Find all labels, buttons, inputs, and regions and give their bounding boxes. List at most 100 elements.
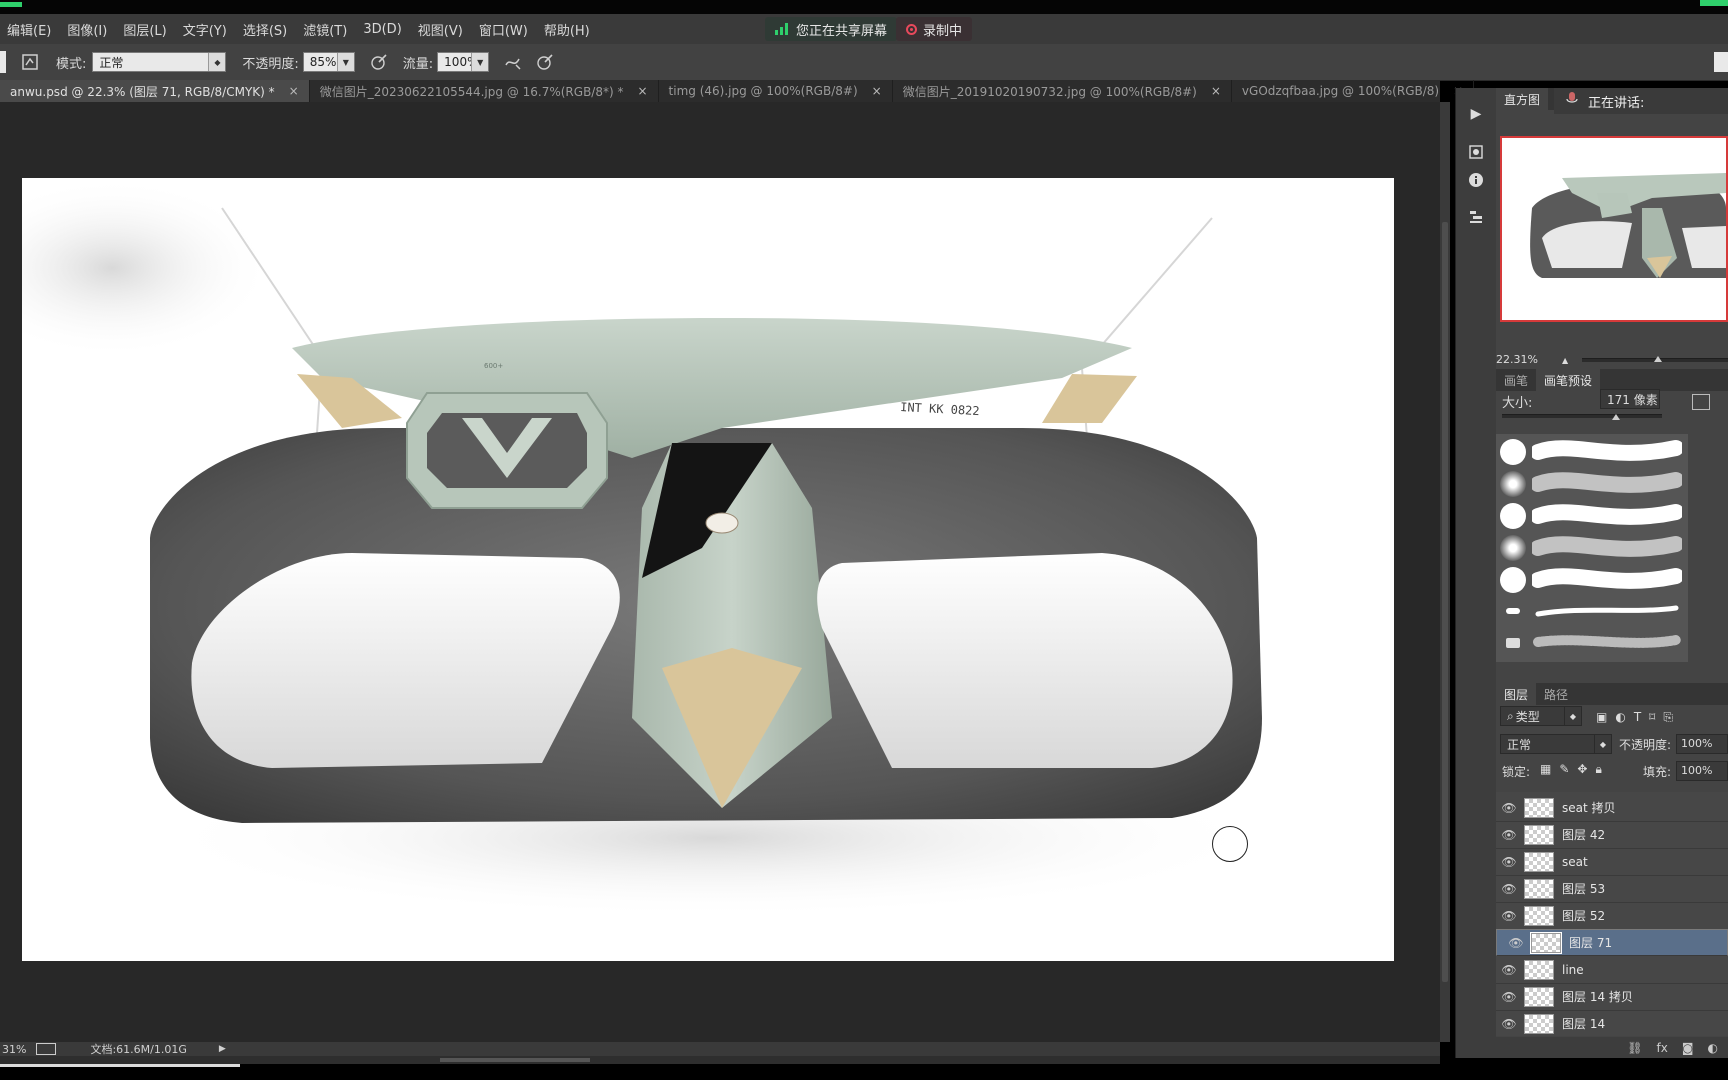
tab-histogram[interactable]: 直方图: [1496, 88, 1549, 110]
flow-field[interactable]: 100% ▼: [437, 52, 490, 72]
recording-indicator[interactable]: 录制中: [896, 17, 973, 41]
lock-all-icon[interactable]: 🔒︎: [1595, 762, 1601, 777]
play-icon[interactable]: ▶: [1464, 102, 1488, 126]
pressure-size-icon[interactable]: [535, 52, 555, 72]
brush-size-field[interactable]: 171 像素: [1600, 389, 1660, 409]
brush-preset[interactable]: [1496, 596, 1728, 626]
menu-window[interactable]: 窗口(W): [472, 20, 537, 39]
mode-select[interactable]: 正常 ◆: [92, 52, 227, 72]
tab-timg[interactable]: timg (46).jpg @ 100%(RGB/8#) ×: [659, 80, 893, 102]
brush-size-knob[interactable]: [1612, 414, 1620, 420]
workspace-button[interactable]: [1714, 52, 1728, 72]
lock-transparency-icon[interactable]: ▦: [1540, 762, 1551, 777]
close-icon[interactable]: ×: [289, 84, 299, 98]
zoom-readout[interactable]: 31%: [2, 1043, 26, 1056]
scroll-thumb[interactable]: [440, 1058, 590, 1062]
adjustments-icon[interactable]: [1464, 140, 1488, 164]
close-icon[interactable]: ×: [872, 84, 882, 98]
document-canvas[interactable]: INT KK 0822 600+: [22, 178, 1394, 961]
fill-field[interactable]: 100%: [1676, 761, 1728, 781]
menu-view[interactable]: 视图(V): [411, 20, 472, 39]
brush-preset[interactable]: [1496, 564, 1728, 594]
lock-pixels-icon[interactable]: ✎: [1559, 762, 1569, 777]
eye-icon[interactable]: 👁︎: [1503, 936, 1529, 950]
menu-3d[interactable]: 3D(D): [356, 22, 410, 37]
eye-icon[interactable]: 👁︎: [1496, 855, 1522, 869]
info-icon[interactable]: [1464, 168, 1488, 192]
layer-comps-icon[interactable]: [1464, 204, 1488, 228]
cup: [705, 512, 739, 534]
layer-item-selected[interactable]: 👁︎ 图层 71: [1496, 929, 1728, 956]
layer-item[interactable]: 👁︎ seat: [1496, 848, 1728, 876]
type-filter-icon[interactable]: T: [1634, 710, 1641, 724]
adjustment-filter-icon[interactable]: ◐: [1615, 710, 1625, 724]
eye-icon[interactable]: 👁︎: [1496, 990, 1522, 1004]
scroll-thumb[interactable]: [1442, 222, 1448, 982]
brush-size-slider[interactable]: [1502, 414, 1662, 418]
layer-filter-box[interactable]: ⌕ 类型 ◆: [1500, 706, 1582, 726]
vertical-scrollbar[interactable]: [1440, 102, 1450, 1042]
eye-icon[interactable]: 👁︎: [1496, 828, 1522, 842]
blend-mode-box[interactable]: 正常 ◆: [1500, 734, 1612, 754]
layer-opacity-label: 不透明度:: [1619, 738, 1672, 752]
smart-object-filter-icon[interactable]: ⎘: [1663, 710, 1673, 725]
brush-preset[interactable]: [1496, 500, 1728, 530]
link-icon[interactable]: ⛓︎: [1627, 1041, 1642, 1055]
blend-mode-select[interactable]: 正常 ◆: [1500, 734, 1612, 754]
horizontal-scrollbar[interactable]: [0, 1056, 1440, 1064]
navigator-zoom-knob[interactable]: [1654, 356, 1662, 362]
opacity-field[interactable]: 85% ▼: [302, 52, 355, 72]
close-icon[interactable]: ×: [637, 84, 647, 98]
brush-preset[interactable]: [1496, 628, 1728, 658]
eye-icon[interactable]: 👁︎: [1496, 909, 1522, 923]
proof-icon[interactable]: [36, 1043, 57, 1055]
status-bar: 31% 文档:61.6M/1.01G ▶: [0, 1042, 1440, 1056]
adjustment-layer-icon[interactable]: ◐: [1708, 1041, 1718, 1055]
layer-item[interactable]: 👁︎ seat 拷贝: [1496, 794, 1728, 822]
tab-anwu[interactable]: anwu.psd @ 22.3% (图层 71, RGB/8/CMYK) * ×: [0, 80, 310, 102]
brush-panel-toggle-icon[interactable]: [20, 52, 40, 72]
fx-icon[interactable]: fx: [1657, 1041, 1668, 1055]
layer-item[interactable]: 👁︎ 图层 52: [1496, 902, 1728, 930]
layer-opacity-field[interactable]: 100%: [1676, 734, 1728, 754]
menu-select[interactable]: 选择(S): [236, 20, 296, 39]
status-menu-arrow-icon[interactable]: ▶: [219, 1044, 226, 1054]
mask-icon[interactable]: ◙: [1682, 1041, 1694, 1055]
tab-paths[interactable]: 路径: [1536, 683, 1576, 705]
tool-preset-picker[interactable]: [0, 51, 6, 73]
brush-preset[interactable]: [1496, 468, 1728, 498]
layer-item[interactable]: 👁︎ 图层 14: [1496, 1010, 1728, 1038]
eye-icon[interactable]: 👁︎: [1496, 963, 1522, 977]
navigator-zoom-value[interactable]: 22.31%: [1496, 353, 1538, 366]
shape-filter-icon[interactable]: ⌑: [1649, 710, 1655, 724]
new-brush-icon[interactable]: [1692, 394, 1710, 410]
layer-item[interactable]: 👁︎ 图层 53: [1496, 875, 1728, 903]
screen-share-indicator[interactable]: 您正在共享屏幕: [765, 17, 898, 41]
eye-icon[interactable]: 👁︎: [1496, 882, 1522, 896]
pressure-opacity-icon[interactable]: [369, 52, 389, 72]
eye-icon[interactable]: 👁︎: [1496, 1017, 1522, 1031]
layer-item[interactable]: 👁︎ 图层 14 拷贝: [1496, 983, 1728, 1011]
menu-image[interactable]: 图像(I): [60, 20, 116, 39]
layer-filter-select[interactable]: ⌕ 类型 ◆: [1500, 706, 1582, 726]
lock-position-icon[interactable]: ✥: [1577, 762, 1587, 777]
menu-type[interactable]: 文字(Y): [176, 20, 236, 39]
layer-item[interactable]: 👁︎ line: [1496, 956, 1728, 984]
tab-vgodzqfbaa[interactable]: vGOdzqfbaa.jpg @ 100%(RGB/8)×: [1232, 80, 1475, 102]
tab-layers[interactable]: 图层: [1496, 683, 1537, 705]
layer-item[interactable]: 👁︎ 图层 42: [1496, 821, 1728, 849]
brush-preset[interactable]: [1496, 532, 1728, 562]
eye-icon[interactable]: 👁︎: [1496, 801, 1522, 815]
menu-layer[interactable]: 图层(L): [116, 20, 175, 39]
image-filter-icon[interactable]: ▣: [1596, 710, 1607, 724]
tab-wechat-image-2[interactable]: 微信图片_20191020190732.jpg @ 100%(RGB/8#) ×: [893, 80, 1232, 102]
navigator-preview[interactable]: [1500, 136, 1728, 322]
menu-edit[interactable]: 编辑(E): [0, 20, 60, 39]
airbrush-icon[interactable]: [503, 52, 523, 72]
tab-wechat-image-1[interactable]: 微信图片_20230622105544.jpg @ 16.7%(RGB/8*) …: [310, 80, 659, 102]
menu-help[interactable]: 帮助(H): [537, 20, 599, 39]
zoom-out-icon[interactable]: ▲: [1562, 356, 1568, 365]
brush-preset[interactable]: [1496, 436, 1728, 466]
close-icon[interactable]: ×: [1211, 84, 1221, 98]
menu-filter[interactable]: 滤镜(T): [296, 20, 356, 39]
